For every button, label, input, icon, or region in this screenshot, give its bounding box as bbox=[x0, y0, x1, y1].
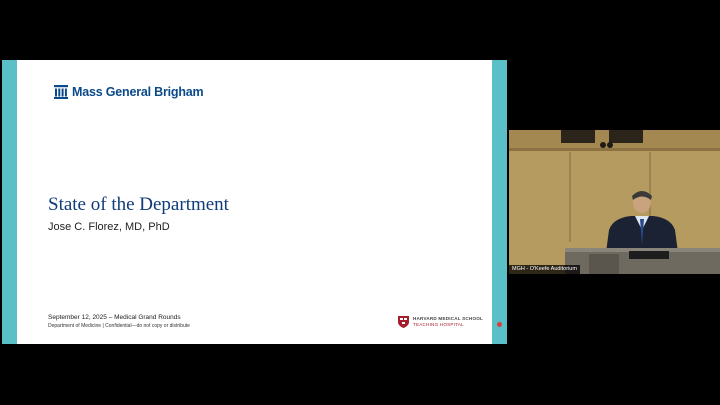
recording-indicator-icon bbox=[497, 322, 502, 327]
mgb-logo: Mass General Brigham bbox=[54, 85, 204, 99]
harvard-shield-icon bbox=[398, 316, 409, 328]
slide-footer-date: September 12, 2025 – Medical Grand Round… bbox=[48, 314, 181, 321]
auditorium-scene bbox=[509, 130, 720, 274]
speaker-video-feed[interactable]: MGH - O'Keefe Auditorium bbox=[509, 130, 720, 274]
hms-teaching-hospital: TEACHING HOSPITAL bbox=[413, 322, 464, 327]
slide-accent-bar-right bbox=[492, 60, 507, 344]
slide-footer-department: Department of Medicine | Confidential—do… bbox=[48, 323, 190, 329]
mgb-logo-text: Mass General Brigham bbox=[72, 85, 204, 99]
presentation-slide: Mass General Brigham State of the Depart… bbox=[2, 60, 507, 344]
hms-teaching-hospital-logo: HARVARD MEDICAL SCHOOL TEACHING HOSPITAL bbox=[398, 316, 483, 328]
mgb-logo-icon bbox=[54, 85, 68, 99]
slide-accent-bar-left bbox=[2, 60, 17, 344]
slide-presenter: Jose C. Florez, MD, PhD bbox=[48, 221, 170, 233]
slide-title: State of the Department bbox=[48, 194, 229, 215]
video-location-label: MGH - O'Keefe Auditorium bbox=[509, 265, 580, 274]
